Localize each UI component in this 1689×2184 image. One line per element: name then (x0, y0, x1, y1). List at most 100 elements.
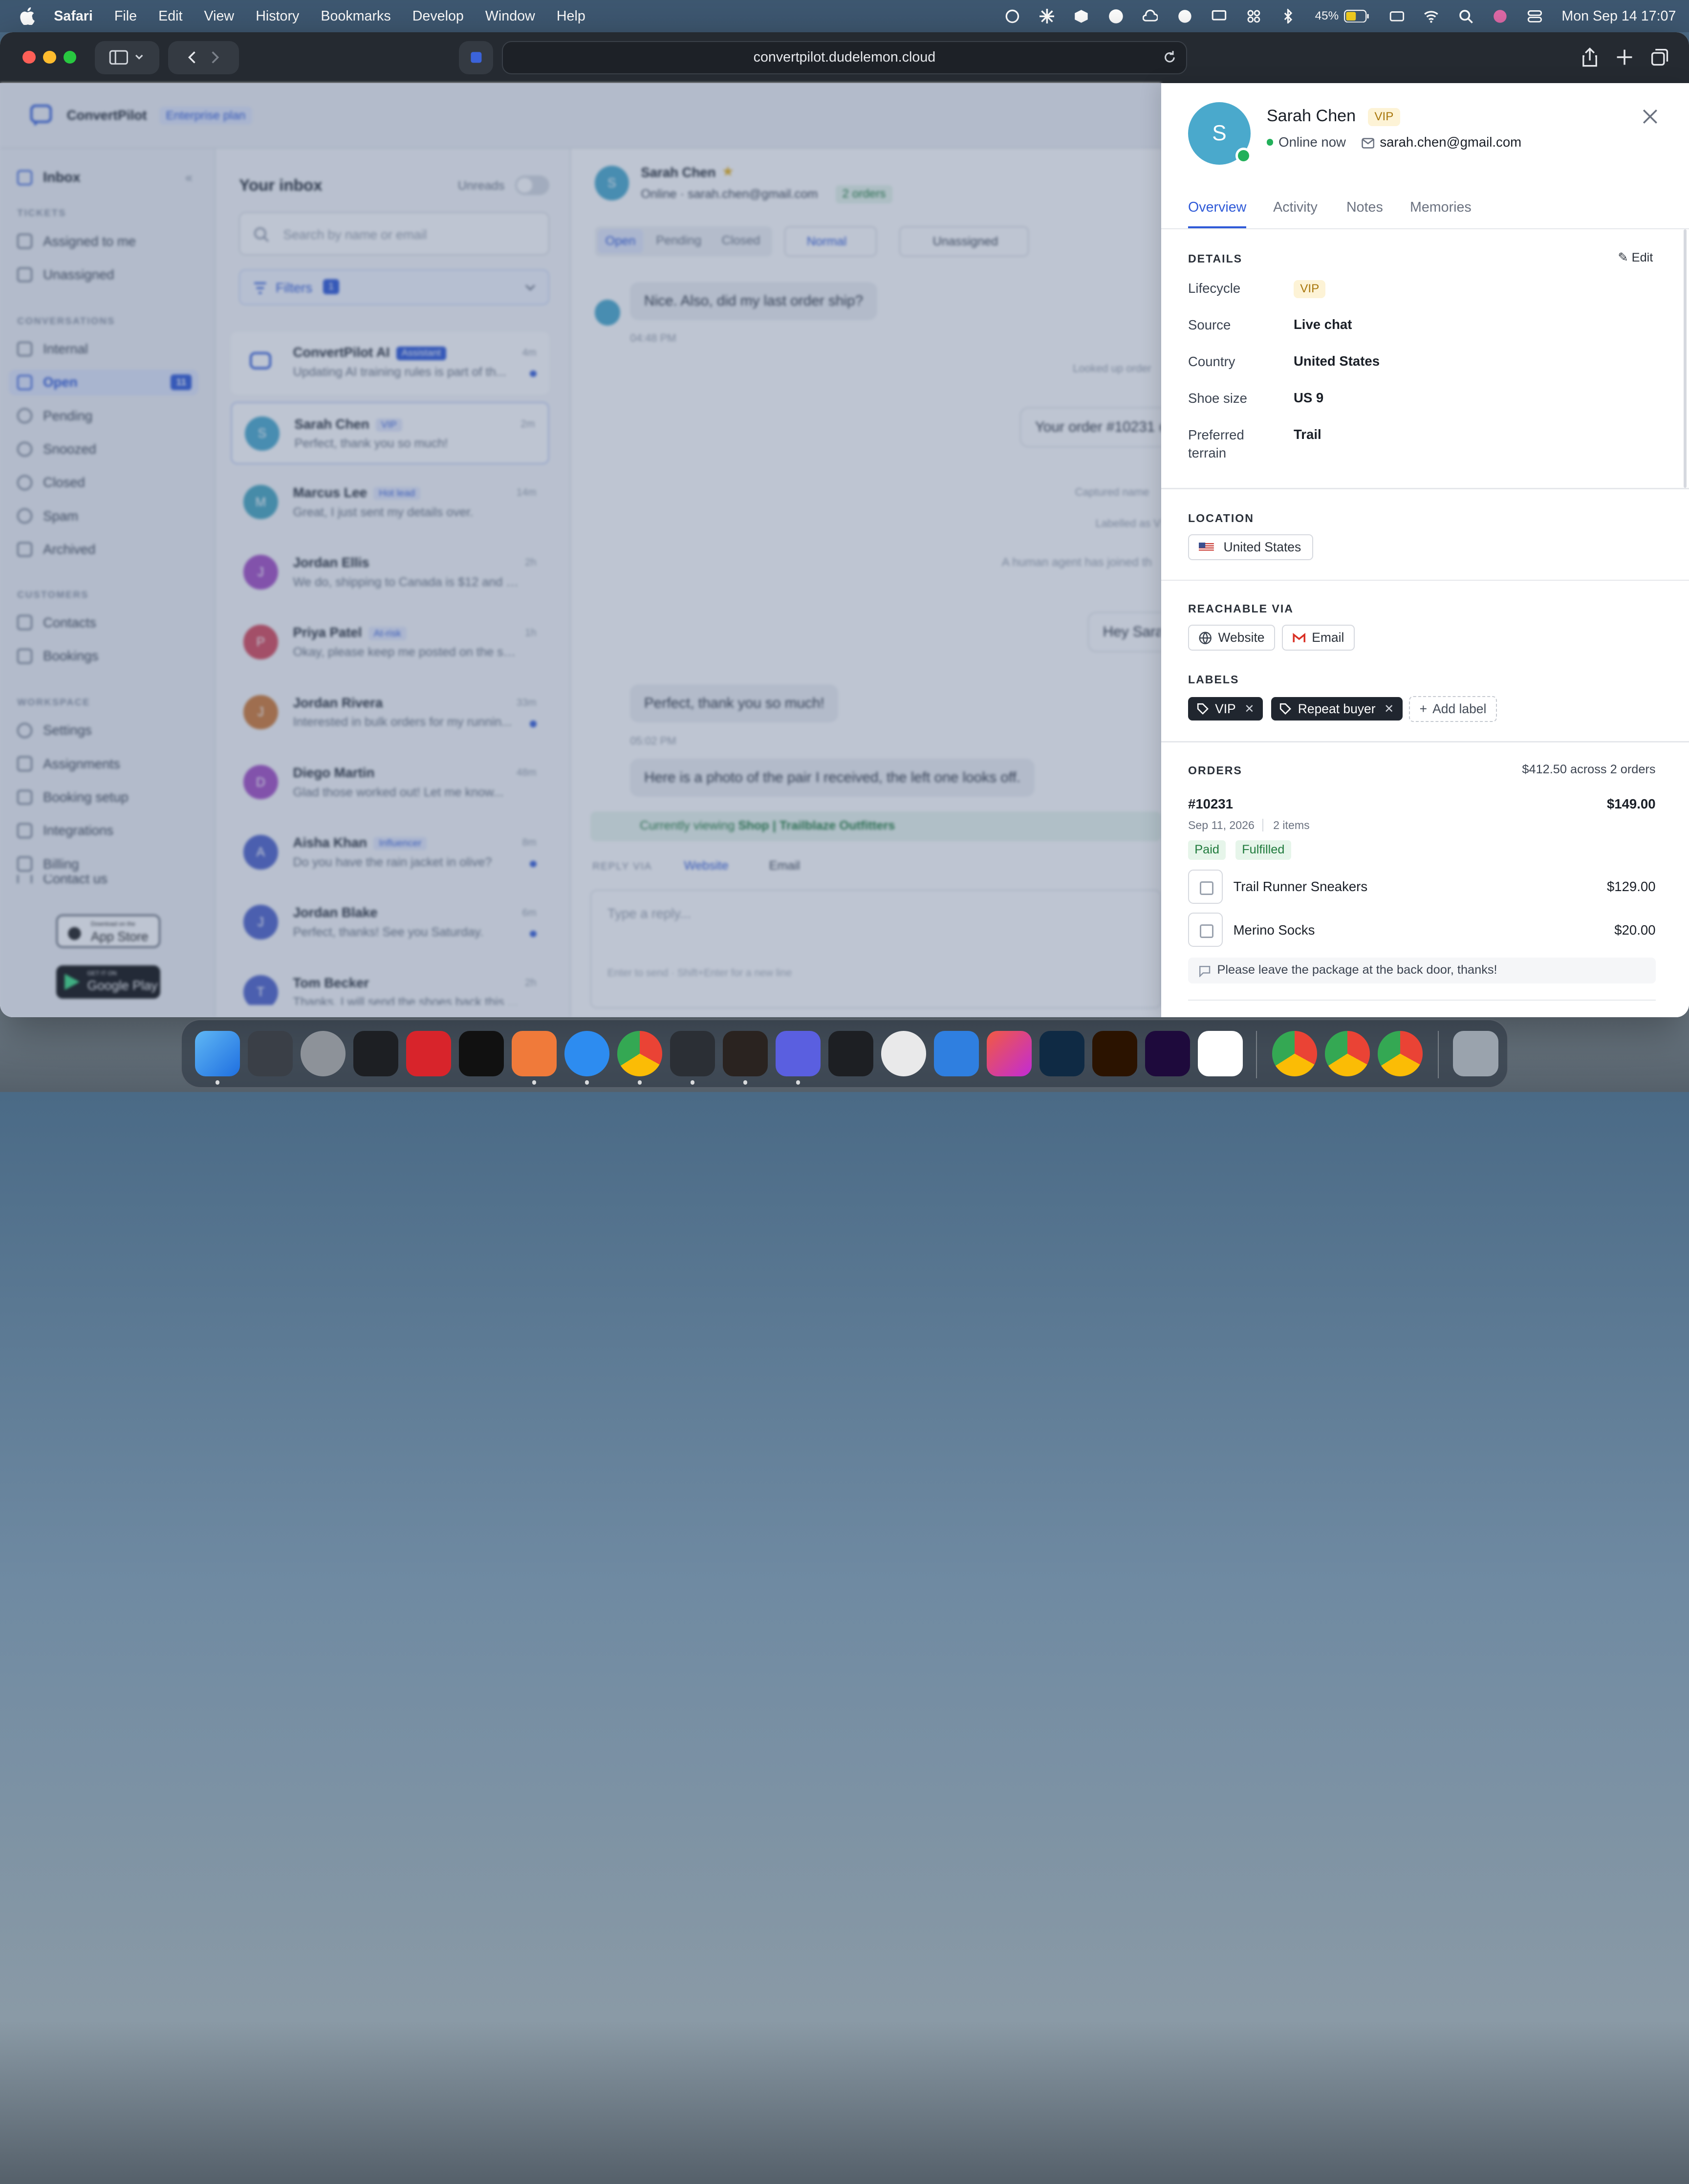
contact-email[interactable]: sarah.chen@gmail.com (1380, 134, 1521, 150)
divider (1262, 819, 1264, 832)
detail-country-key: Country (1188, 353, 1235, 369)
lightroom-icon[interactable] (1039, 1031, 1085, 1076)
tab-overview[interactable]: Overview (1188, 199, 1247, 229)
tab-overview-icon[interactable] (1649, 46, 1670, 68)
detail-lifecycle-value: VIP (1293, 280, 1326, 298)
reload-icon[interactable] (1162, 50, 1177, 65)
claude-icon[interactable] (722, 1031, 768, 1076)
premiere-icon[interactable] (1145, 1031, 1191, 1076)
messenger-icon[interactable] (775, 1031, 821, 1076)
sparkle-icon[interactable] (1039, 8, 1055, 24)
finder-icon[interactable] (195, 1031, 240, 1076)
chrome-window-icon[interactable] (1324, 1031, 1370, 1076)
remove-label-icon[interactable]: ✕ (1244, 701, 1254, 716)
sketchbook-icon[interactable] (511, 1031, 557, 1076)
record-icon[interactable] (1177, 9, 1192, 24)
contact-name: Sarah Chen VIP (1267, 107, 1400, 126)
menu-view[interactable]: View (204, 8, 235, 24)
terminal-icon[interactable] (353, 1031, 399, 1076)
menu-develop[interactable]: Develop (412, 8, 464, 24)
chrome-window-icon[interactable] (1377, 1031, 1423, 1076)
browser-toolbar: convertpilot.dudelemon.cloud (0, 32, 1689, 83)
wifi-icon[interactable] (1424, 9, 1439, 24)
display-icon[interactable] (1212, 9, 1227, 24)
grid-icon[interactable] (1246, 9, 1261, 24)
address-bar[interactable]: convertpilot.dudelemon.cloud (502, 41, 1187, 75)
close-icon[interactable] (1643, 109, 1658, 124)
asana-icon[interactable] (828, 1031, 874, 1076)
system-settings-icon[interactable] (300, 1031, 346, 1076)
app-content: ConvertPilot Enterprise plan Inbox « TIC… (0, 83, 1689, 1017)
cloud-icon[interactable] (1143, 9, 1158, 24)
linear-icon[interactable] (881, 1031, 927, 1076)
drawer-scrollbar[interactable] (1683, 229, 1687, 488)
cursor-icon[interactable] (670, 1031, 715, 1076)
running-indicator (585, 1080, 589, 1085)
tab-notes[interactable]: Notes (1346, 199, 1383, 216)
order-total: $149.00 (1606, 796, 1656, 811)
openai-icon[interactable] (1005, 9, 1020, 24)
divider (1161, 741, 1689, 743)
back-icon[interactable] (182, 50, 203, 65)
label-chip-repeat-buyer: Repeat buyer ✕ (1271, 697, 1403, 721)
reach-website-chip[interactable]: Website (1188, 625, 1276, 651)
dashlane-icon[interactable] (458, 1031, 504, 1076)
trash-icon[interactable] (1452, 1031, 1498, 1076)
detail-terrain-key-2: terrain (1188, 445, 1227, 461)
chrome-window-icon[interactable] (1272, 1031, 1318, 1076)
tag-icon (1197, 703, 1209, 715)
detail-shoe-key: Shoe size (1188, 390, 1247, 406)
contact-name-text: Sarah Chen (1266, 107, 1356, 126)
edit-label: Edit (1631, 251, 1653, 265)
menu-help[interactable]: Help (557, 8, 585, 24)
illustrator-icon[interactable] (1092, 1031, 1138, 1076)
app-icon[interactable] (1108, 9, 1124, 24)
todoist-icon[interactable] (406, 1031, 452, 1076)
tab-activity[interactable]: Activity (1273, 199, 1318, 216)
reach-email-chip[interactable]: Email (1281, 625, 1355, 651)
control-center-icon[interactable] (1527, 9, 1542, 24)
menu-bookmarks[interactable]: Bookmarks (321, 8, 390, 24)
slack-icon[interactable] (1197, 1031, 1243, 1076)
extension-button[interactable] (458, 41, 494, 75)
bluetooth-icon[interactable] (1280, 8, 1296, 24)
order-note: Please leave the package at the back doo… (1188, 958, 1656, 984)
detail-terrain-key: Preferred (1188, 427, 1244, 442)
zoom-window-button[interactable] (64, 50, 77, 64)
online-dot (1266, 139, 1274, 146)
add-label-button[interactable]: + Add label (1408, 696, 1497, 722)
keyboard-icon[interactable] (1389, 9, 1405, 24)
vip-badge: VIP (1368, 108, 1400, 126)
apple-icon[interactable] (20, 7, 35, 25)
creative-cloud-icon[interactable] (986, 1031, 1032, 1076)
edit-button[interactable]: ✎ Edit (1618, 250, 1653, 265)
menu-history[interactable]: History (256, 8, 299, 24)
detail-terrain-value: Trail (1293, 426, 1321, 442)
safari-icon[interactable] (564, 1031, 610, 1076)
new-tab-icon[interactable] (1614, 46, 1635, 68)
menu-safari[interactable]: Safari (54, 8, 93, 24)
location-value: United States (1223, 540, 1301, 555)
order-id[interactable]: #10231 (1188, 796, 1233, 812)
minimize-window-button[interactable] (43, 50, 56, 64)
menu-file[interactable]: File (114, 8, 137, 24)
chrome-icon[interactable] (617, 1031, 663, 1076)
siri-icon[interactable] (1493, 9, 1508, 24)
plus-icon: + (1419, 701, 1428, 716)
battery-status[interactable]: 45% (1315, 9, 1370, 23)
close-window-button[interactable] (22, 50, 36, 64)
label-text: Repeat buyer (1298, 701, 1376, 716)
launchpad-icon[interactable] (247, 1031, 293, 1076)
menu-window[interactable]: Window (485, 8, 535, 24)
sidebar-toggle-button[interactable] (94, 41, 160, 75)
remove-label-icon[interactable]: ✕ (1384, 701, 1394, 716)
modal-overlay[interactable] (0, 83, 1161, 1017)
finder-windows-icon[interactable] (933, 1031, 979, 1076)
forward-icon[interactable] (204, 50, 225, 65)
share-icon[interactable] (1579, 46, 1601, 68)
menubar-clock[interactable]: Mon Sep 14 17:07 (1561, 8, 1676, 24)
menu-edit[interactable]: Edit (158, 8, 182, 24)
tab-memories[interactable]: Memories (1410, 199, 1472, 216)
cube-icon[interactable] (1074, 9, 1089, 24)
search-icon[interactable] (1458, 9, 1473, 24)
